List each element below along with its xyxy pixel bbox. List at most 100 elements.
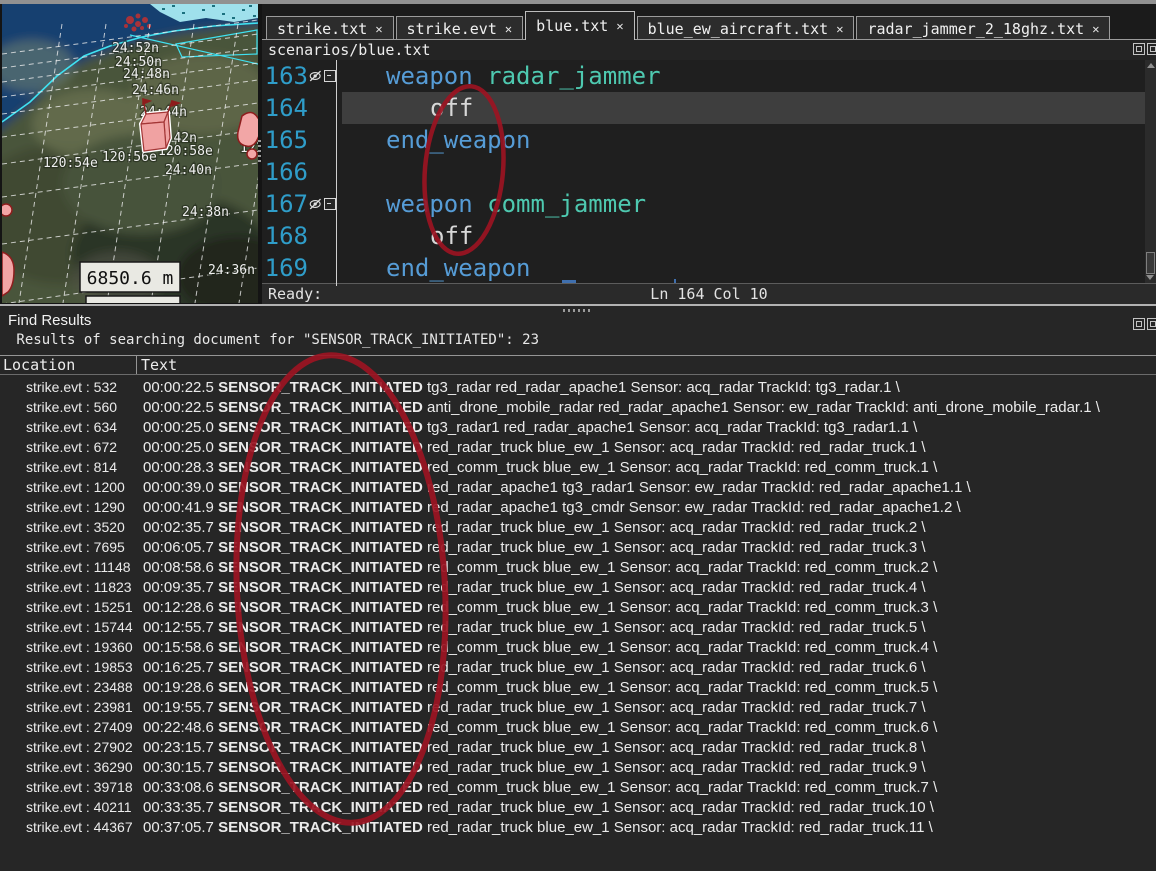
result-time: 00:00:22.5 — [143, 399, 218, 416]
result-location: strike.evt : 1290 — [0, 499, 143, 515]
result-text: 00:00:39.0 SENSOR_TRACK_INITIATED red_ra… — [143, 479, 1156, 496]
result-row[interactable]: strike.evt : 67200:00:25.0 SENSOR_TRACK_… — [0, 437, 1156, 457]
panel-splitter-handle[interactable] — [258, 140, 261, 164]
tab-label: blue_ew_aircraft.txt — [648, 20, 829, 38]
float-window-icon[interactable] — [1133, 43, 1145, 55]
line-number: 165 — [262, 124, 308, 156]
result-text: 00:12:55.7 SENSOR_TRACK_INITIATED red_ra… — [143, 619, 1156, 636]
result-time: 00:16:25.7 — [143, 659, 218, 676]
code-text: weapon radar_jammer — [342, 60, 1145, 92]
code-line-164[interactable]: 164off — [262, 92, 1156, 124]
lat-label: 24:48n — [123, 67, 170, 82]
result-row[interactable]: strike.evt : 2790200:23:15.7 SENSOR_TRAC… — [0, 737, 1156, 757]
code-line-167[interactable]: 167weapon comm_jammer — [262, 188, 1156, 220]
tab-blue-ew-aircraft-txt[interactable]: blue_ew_aircraft.txt ✕ — [637, 16, 855, 40]
result-row[interactable]: strike.evt : 4436700:37:05.7 SENSOR_TRAC… — [0, 817, 1156, 837]
result-detail: red_radar_truck blue_ew_1 Sensor: acq_ra… — [423, 539, 926, 556]
result-detail: red_comm_truck blue_ew_1 Sensor: acq_rad… — [423, 639, 937, 656]
result-text: 00:33:35.7 SENSOR_TRACK_INITIATED red_ra… — [143, 799, 1156, 816]
tab-close-icon[interactable]: ✕ — [375, 22, 382, 36]
result-row[interactable]: strike.evt : 3629000:30:15.7 SENSOR_TRAC… — [0, 757, 1156, 777]
code-line-168[interactable]: 168 off — [262, 220, 1156, 252]
result-row[interactable]: strike.evt : 1525100:12:28.6 SENSOR_TRAC… — [0, 597, 1156, 617]
result-row[interactable]: strike.evt : 53200:00:22.5 SENSOR_TRACK_… — [0, 377, 1156, 397]
result-time: 00:00:25.0 — [143, 439, 218, 456]
fold-collapse-icon[interactable] — [324, 70, 336, 82]
result-text: 00:09:35.7 SENSOR_TRACK_INITIATED red_ra… — [143, 579, 1156, 596]
result-event: SENSOR_TRACK_INITIATED — [218, 379, 423, 396]
code-line-163[interactable]: 163weapon radar_jammer — [262, 60, 1156, 92]
result-row[interactable]: strike.evt : 56000:00:22.5 SENSOR_TRACK_… — [0, 397, 1156, 417]
gutter-icons[interactable] — [308, 69, 336, 83]
line-number: 168 — [262, 220, 308, 252]
vertical-scrollbar-thumb[interactable] — [1146, 252, 1155, 274]
column-header-text[interactable]: Text — [137, 356, 177, 374]
line-number: 169 — [262, 252, 308, 284]
result-time: 00:02:35.7 — [143, 519, 218, 536]
tab-close-icon[interactable]: ✕ — [616, 19, 623, 33]
code-editor[interactable]: 163weapon radar_jammer164off165 end_weapo… — [262, 60, 1156, 286]
result-time: 00:00:39.0 — [143, 479, 218, 496]
result-location: strike.evt : 23488 — [0, 679, 143, 695]
scroll-down-icon[interactable] — [1146, 275, 1154, 280]
result-row[interactable]: strike.evt : 1985300:16:25.7 SENSOR_TRAC… — [0, 657, 1156, 677]
tab-close-icon[interactable]: ✕ — [836, 22, 843, 36]
result-row[interactable]: strike.evt : 1574400:12:55.7 SENSOR_TRAC… — [0, 617, 1156, 637]
float-window-icon[interactable] — [1133, 318, 1145, 330]
result-location: strike.evt : 40211 — [0, 799, 143, 815]
result-time: 00:33:35.7 — [143, 799, 218, 816]
vertical-scrollbar[interactable] — [1145, 60, 1156, 286]
tab-strike-evt[interactable]: strike.evt✕ — [396, 16, 524, 40]
result-row[interactable]: strike.evt : 2398100:19:55.7 SENSOR_TRAC… — [0, 697, 1156, 717]
result-event: SENSOR_TRACK_INITIATED — [218, 419, 423, 436]
code-line-166[interactable]: 166 — [262, 156, 1156, 188]
result-row[interactable]: strike.evt : 2348800:19:28.6 SENSOR_TRAC… — [0, 677, 1156, 697]
close-panel-icon[interactable] — [1147, 318, 1156, 330]
result-row[interactable]: strike.evt : 81400:00:28.3 SENSOR_TRACK_… — [0, 457, 1156, 477]
result-detail: anti_drone_mobile_radar red_radar_apache… — [423, 399, 1100, 416]
result-row[interactable]: strike.evt : 1182300:09:35.7 SENSOR_TRAC… — [0, 577, 1156, 597]
result-row[interactable]: strike.evt : 769500:06:05.7 SENSOR_TRACK… — [0, 537, 1156, 557]
code-line-169[interactable]: 169 end_weapon — [262, 252, 1156, 284]
map-3d-view[interactable]: 24:52n24:50n24:48n24:46n24:44n24:42n24:4… — [2, 4, 258, 303]
result-row[interactable]: strike.evt : 129000:00:41.9 SENSOR_TRACK… — [0, 497, 1156, 517]
result-row[interactable]: strike.evt : 352000:02:35.7 SENSOR_TRACK… — [0, 517, 1156, 537]
eye-slash-icon[interactable] — [309, 197, 323, 211]
result-time: 00:15:58.6 — [143, 639, 218, 656]
code-lines: 163weapon radar_jammer164off165 end_weapo… — [262, 60, 1156, 284]
result-row[interactable]: strike.evt : 3971800:33:08.6 SENSOR_TRAC… — [0, 777, 1156, 797]
close-panel-icon[interactable] — [1147, 43, 1156, 55]
tab-blue-txt[interactable]: blue.txt✕ — [525, 11, 634, 40]
code-line-165[interactable]: 165 end_weapon — [262, 124, 1156, 156]
result-detail: red_comm_truck blue_ew_1 Sensor: acq_rad… — [423, 559, 937, 576]
tab-close-icon[interactable]: ✕ — [1092, 22, 1099, 36]
result-row[interactable]: strike.evt : 63400:00:25.0 SENSOR_TRACK_… — [0, 417, 1156, 437]
result-row[interactable]: strike.evt : 2740900:22:48.6 SENSOR_TRAC… — [0, 717, 1156, 737]
result-row[interactable]: strike.evt : 1114800:08:58.6 SENSOR_TRAC… — [0, 557, 1156, 577]
result-time: 00:30:15.7 — [143, 759, 218, 776]
result-event: SENSOR_TRACK_INITIATED — [218, 639, 423, 656]
result-text: 00:00:28.3 SENSOR_TRACK_INITIATED red_co… — [143, 459, 1156, 476]
tab-close-icon[interactable]: ✕ — [505, 22, 512, 36]
code-text: end_weapon — [342, 124, 1145, 156]
breadcrumb: scenarios/blue.txt — [262, 40, 1156, 60]
code-token: end_weapon — [386, 126, 531, 154]
fold-collapse-icon[interactable] — [324, 198, 336, 210]
code-text: off — [342, 92, 1145, 124]
column-header-location[interactable]: Location — [0, 356, 137, 374]
result-time: 00:06:05.7 — [143, 539, 218, 556]
result-row[interactable]: strike.evt : 1936000:15:58.6 SENSOR_TRAC… — [0, 637, 1156, 657]
panel-drag-handle[interactable] — [563, 309, 591, 312]
code-token: off — [430, 222, 473, 250]
result-row[interactable]: strike.evt : 120000:00:39.0 SENSOR_TRACK… — [0, 477, 1156, 497]
scroll-up-icon[interactable] — [1147, 63, 1155, 68]
result-event: SENSOR_TRACK_INITIATED — [218, 779, 423, 796]
code-token: end_weapon — [386, 254, 531, 282]
tab-strike-txt[interactable]: strike.txt✕ — [266, 16, 394, 40]
eye-slash-icon[interactable] — [309, 69, 323, 83]
result-row[interactable]: strike.evt : 4021100:33:35.7 SENSOR_TRAC… — [0, 797, 1156, 817]
gutter-icons[interactable] — [308, 197, 336, 211]
tab-radar-jammer-2-18ghz-txt[interactable]: radar_jammer_2_18ghz.txt✕ — [856, 16, 1110, 40]
lat-label: 24:38n — [182, 205, 229, 220]
result-location: strike.evt : 27409 — [0, 719, 143, 735]
